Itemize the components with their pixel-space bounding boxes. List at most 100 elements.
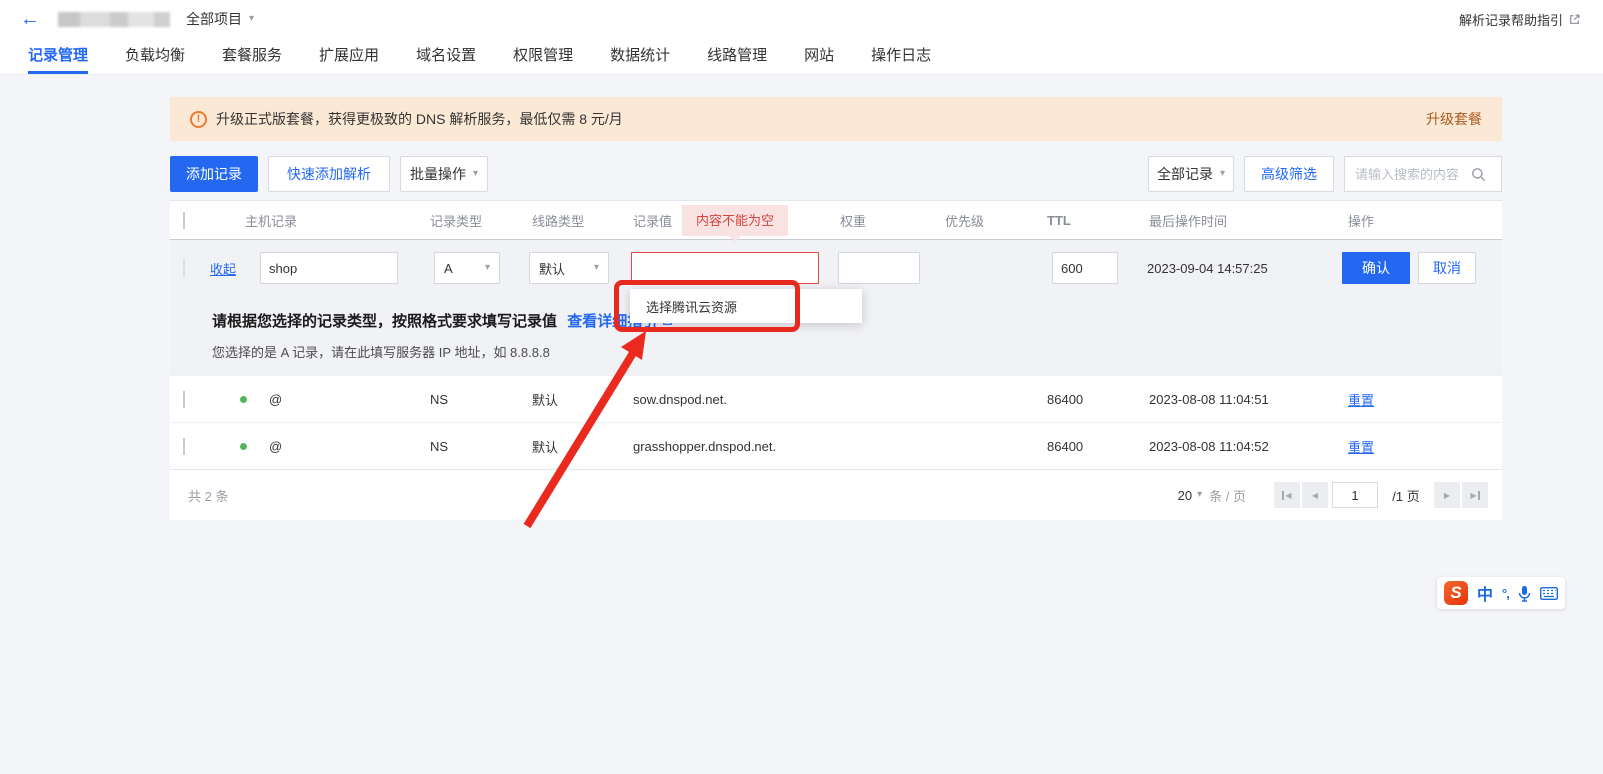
help-guide-label: 解析记录帮助指引 xyxy=(1459,10,1563,29)
reset-link[interactable]: 重置 xyxy=(1348,440,1374,455)
line-type-select[interactable]: 默认 ▾ xyxy=(529,252,609,284)
row-record-value: grasshopper.dnspod.net. xyxy=(625,439,830,454)
tab-domain-settings[interactable]: 域名设置 xyxy=(416,38,476,74)
project-selector-label: 全部项目 xyxy=(186,9,242,29)
column-ttl: TTL xyxy=(1030,213,1135,228)
record-type-value: A xyxy=(444,261,453,276)
row-ttl: 86400 xyxy=(1030,439,1135,454)
external-link-icon xyxy=(1568,13,1581,26)
last-page-button[interactable]: ▶ xyxy=(1462,482,1488,508)
tab-load-balance[interactable]: 负载均衡 xyxy=(125,38,185,74)
chevron-down-icon: ▾ xyxy=(473,169,478,179)
tab-extension-app[interactable]: 扩展应用 xyxy=(319,38,379,74)
row-checkbox[interactable] xyxy=(183,391,185,408)
row-ttl: 86400 xyxy=(1030,392,1135,407)
next-page-button[interactable]: ▶ xyxy=(1434,482,1460,508)
ttl-input[interactable] xyxy=(1052,252,1118,284)
host-input[interactable] xyxy=(260,252,398,284)
keyboard-icon[interactable] xyxy=(1540,587,1558,600)
sogou-logo-icon[interactable]: S xyxy=(1444,581,1468,605)
collapse-link[interactable]: 收起 xyxy=(210,259,236,278)
current-page-input[interactable]: 1 xyxy=(1332,482,1378,508)
weight-input[interactable] xyxy=(838,252,920,284)
ime-language-toggle[interactable]: 中 xyxy=(1477,581,1493,605)
chevron-down-icon: ▾ xyxy=(1197,490,1202,500)
upgrade-plan-link[interactable]: 升级套餐 xyxy=(1426,109,1482,129)
status-dot-icon xyxy=(240,443,247,450)
help-bold-text: 请根据您选择的记录类型，按照格式要求填写记录值 xyxy=(212,313,557,330)
search-input[interactable] xyxy=(1355,167,1471,182)
table-row: @ NS 默认 grasshopper.dnspod.net. 86400 20… xyxy=(170,422,1502,469)
chevron-down-icon: ▾ xyxy=(594,263,599,273)
project-selector[interactable]: 全部项目 ▾ xyxy=(186,9,254,29)
tab-record-management[interactable]: 记录管理 xyxy=(28,38,88,74)
warning-icon: ! xyxy=(190,111,207,128)
tab-permission-management[interactable]: 权限管理 xyxy=(513,38,573,74)
tab-package-service[interactable]: 套餐服务 xyxy=(222,38,282,74)
next-page-icon: ▶ xyxy=(1444,491,1450,500)
batch-operations-button[interactable]: 批量操作 ▾ xyxy=(400,156,488,192)
confirm-button[interactable]: 确认 xyxy=(1342,252,1410,284)
error-tooltip: 内容不能为空 xyxy=(682,205,788,236)
row-record-type: NS xyxy=(420,392,515,407)
back-icon[interactable]: ← xyxy=(20,9,40,29)
banner-message: 升级正式版套餐，获得更极致的 DNS 解析服务，最低仅需 8 元/月 xyxy=(216,109,623,129)
search-box xyxy=(1344,156,1502,192)
tab-operation-log[interactable]: 操作日志 xyxy=(871,38,931,74)
tab-website[interactable]: 网站 xyxy=(804,38,834,74)
prev-page-icon: ◀ xyxy=(1312,491,1318,500)
pagination: 20 ▾ 条 / 页 ◀ ◀ 1 /1 页 ▶ ▶ xyxy=(1178,482,1488,508)
column-host: 主机记录 xyxy=(210,211,420,230)
top-bar: ← 全部项目 ▾ 解析记录帮助指引 xyxy=(0,0,1603,38)
redacted-domain-name xyxy=(58,12,170,27)
chevron-down-icon: ▾ xyxy=(249,14,254,24)
row-host: @ xyxy=(269,439,282,454)
column-weight: 权重 xyxy=(830,211,930,230)
page-size-selector[interactable]: 20 ▾ xyxy=(1178,488,1203,503)
prev-page-button[interactable]: ◀ xyxy=(1302,482,1328,508)
row-line-type: 默认 xyxy=(515,437,625,456)
help-guide-link[interactable]: 解析记录帮助指引 xyxy=(1459,10,1581,29)
row-record-value: sow.dnspod.net. xyxy=(625,392,830,407)
row-host: @ xyxy=(269,392,282,407)
record-value-input[interactable] xyxy=(631,252,819,284)
total-pages-label: /1 页 xyxy=(1380,482,1432,508)
tab-line-management[interactable]: 线路管理 xyxy=(707,38,767,74)
record-filter-dropdown[interactable]: 全部记录 ▾ xyxy=(1148,156,1234,192)
row-record-type: NS xyxy=(420,439,515,454)
column-record-type: 记录类型 xyxy=(420,211,515,230)
table-footer: 共 2 条 20 ▾ 条 / 页 ◀ ◀ 1 /1 页 ▶ ▶ xyxy=(170,469,1502,520)
punctuation-toggle[interactable]: °, xyxy=(1502,586,1509,601)
column-actions: 操作 xyxy=(1330,211,1502,230)
records-table: 主机记录 记录类型 线路类型 记录值 权重 优先级 TTL 最后操作时间 操作 … xyxy=(170,200,1502,520)
record-type-select[interactable]: A ▾ xyxy=(434,252,500,284)
ime-toolbar: S 中 °, xyxy=(1437,577,1565,609)
advanced-filter-button[interactable]: 高级筛选 xyxy=(1244,156,1334,192)
column-priority: 优先级 xyxy=(930,211,1030,230)
quick-add-button[interactable]: 快速添加解析 xyxy=(268,156,390,192)
line-type-value: 默认 xyxy=(539,259,565,278)
record-filter-label: 全部记录 xyxy=(1157,164,1213,184)
page-size-value: 20 xyxy=(1178,488,1192,503)
first-page-button[interactable]: ◀ xyxy=(1274,482,1300,508)
upgrade-banner: ! 升级正式版套餐，获得更极致的 DNS 解析服务，最低仅需 8 元/月 升级套… xyxy=(170,97,1502,141)
table-row: @ NS 默认 sow.dnspod.net. 86400 2023-08-08… xyxy=(170,375,1502,422)
first-page-icon xyxy=(1282,491,1284,500)
status-dot-icon xyxy=(240,396,247,403)
toolbar: 添加记录 快速添加解析 批量操作 ▾ 全部记录 ▾ 高级筛选 xyxy=(170,156,1502,192)
header-checkbox[interactable] xyxy=(183,212,185,229)
total-count: 共 2 条 xyxy=(188,486,228,505)
search-icon[interactable] xyxy=(1471,167,1486,182)
microphone-icon[interactable] xyxy=(1518,585,1531,602)
tencent-resource-option[interactable]: 选择腾讯云资源 xyxy=(630,289,862,323)
chevron-down-icon: ▾ xyxy=(485,263,490,273)
page-body: ! 升级正式版套餐，获得更极致的 DNS 解析服务，最低仅需 8 元/月 升级套… xyxy=(0,75,1603,774)
table-header-row: 主机记录 记录类型 线路类型 记录值 权重 优先级 TTL 最后操作时间 操作 xyxy=(170,200,1502,240)
reset-link[interactable]: 重置 xyxy=(1348,393,1374,408)
cancel-button[interactable]: 取消 xyxy=(1418,252,1476,284)
column-line-type: 线路类型 xyxy=(515,211,625,230)
edit-row-checkbox[interactable] xyxy=(183,260,185,277)
row-checkbox[interactable] xyxy=(183,438,185,455)
tab-data-statistics[interactable]: 数据统计 xyxy=(610,38,670,74)
add-record-button[interactable]: 添加记录 xyxy=(170,156,258,192)
